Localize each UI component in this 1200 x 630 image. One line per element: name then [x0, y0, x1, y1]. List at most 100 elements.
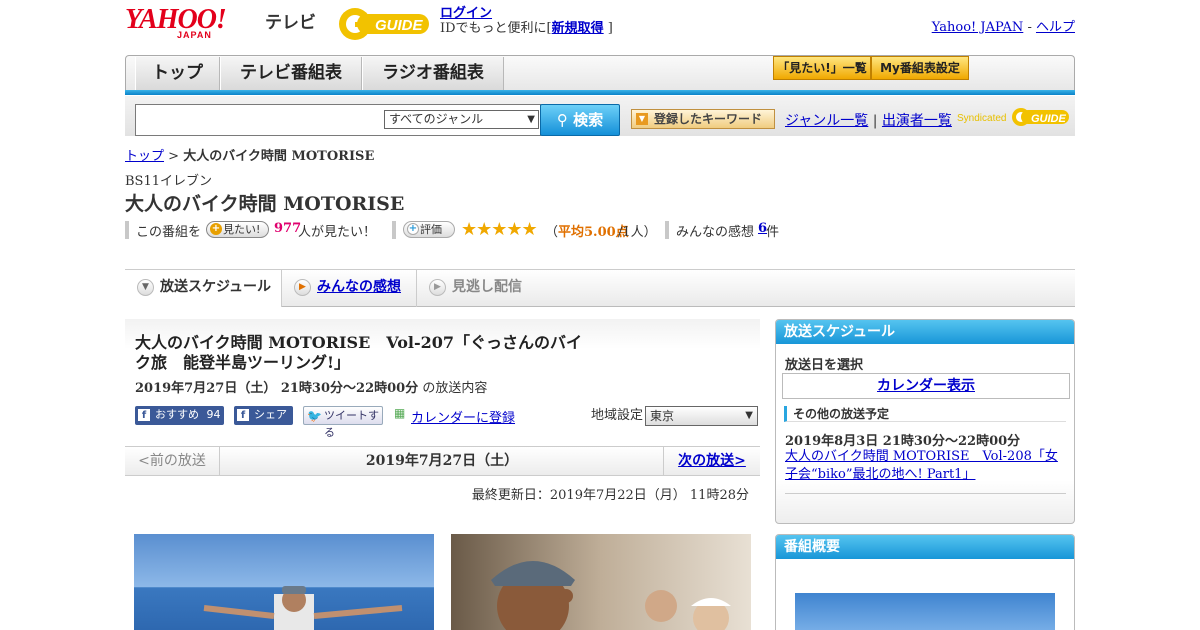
login-link[interactable]: ログイン [440, 6, 492, 21]
region-select[interactable]: 東京 ▼ [645, 406, 758, 426]
keyword-button[interactable]: ▼ 登録したキーワード [631, 109, 775, 129]
syndicated-gguide-logo: Syndicated GUIDE [957, 108, 1069, 126]
rating-people: /1人） [618, 225, 657, 240]
mitai-list-button[interactable]: 「見たい!」一覧 [773, 56, 871, 80]
station-name: BS11イレブン [125, 174, 213, 189]
syndicated-text: Syndicated [957, 113, 1006, 124]
tab-top[interactable]: トップ [135, 57, 220, 91]
calendar-register-link[interactable]: カレンダーに登録 [411, 407, 515, 426]
select-day-label: 放送日を選択 [785, 358, 864, 373]
performers-link[interactable]: 出演者一覧 [882, 113, 952, 129]
fb-share-label: シェア [254, 408, 287, 421]
search-button[interactable]: ⚲ 検索 [540, 104, 620, 136]
facebook-recommend-button[interactable]: f おすすめ 94 [135, 406, 224, 425]
header-sep: - [1023, 20, 1036, 35]
episode-title: 大人のバイク時間 MOTORISE Vol-207「ぐっさんのバイク旅 能登半島… [135, 333, 583, 372]
play-arrow-icon: ▶ [294, 279, 311, 296]
breadcrumb-current: 大人のバイク時間 MOTORISE [183, 149, 375, 164]
gguide-logo[interactable]: GUIDE [335, 6, 431, 42]
keyword-button-label: 登録したキーワード [654, 112, 763, 126]
my-bangumi-button[interactable]: My番組表設定 [871, 56, 969, 80]
yahoo-japan-link[interactable]: Yahoo! JAPAN [932, 20, 1024, 35]
plus-icon: + [407, 223, 419, 235]
plus-icon: + [210, 223, 222, 235]
divider [125, 221, 129, 239]
tab-missed[interactable]: ▶ 見逃し配信 [417, 270, 547, 307]
other-broadcast: 大人のバイク時間 MOTORISE Vol-208「女子会“biko”最北の地へ… [785, 448, 1060, 484]
prev-broadcast[interactable]: <前の放送 [125, 447, 220, 475]
tab-impressions-label[interactable]: みんなの感想 [317, 279, 401, 295]
summary-panel-header: 番組概要 [776, 535, 1074, 559]
yahoo-japan-logo[interactable]: YAHOO! JAPAN [125, 6, 265, 42]
tab-missed-label: 見逃し配信 [452, 279, 522, 295]
mitai-button[interactable]: + 見たい! [206, 221, 269, 238]
twitter-bird-icon: 🐦 [307, 409, 322, 423]
episode-photo-coast [134, 534, 434, 630]
last-updated: 最終更新日：2019年7月22日（月） 11時28分 [471, 488, 749, 503]
program-tabs: ▼ 放送スケジュール ▶ みんなの感想 ▶ 見逃し配信 [125, 269, 1075, 307]
register-link[interactable]: 新規取得 [552, 21, 604, 36]
region-label: 地域設定 [591, 408, 644, 423]
yahoo-logo-japan: JAPAN [177, 30, 212, 40]
genre-select[interactable]: すべてのジャンル ▼ [384, 110, 539, 129]
other-broadcast-date: 2019年8月3日 21時30分～22時00分 [785, 434, 1021, 449]
genre-list-link[interactable]: ジャンル一覧 [785, 113, 868, 129]
mitai-suffix: 人が見たい！ [298, 225, 377, 240]
tv-label: テレビ [265, 13, 316, 33]
login-block: ログイン IDでもっと便利に[新規取得 ] [440, 6, 613, 36]
tweet-label: ツイートする [324, 409, 379, 439]
chevron-down-icon: ▼ [137, 279, 154, 296]
divider [392, 221, 396, 239]
search-links: ジャンル一覧 | 出演者一覧 [785, 110, 952, 130]
genre-select-value: すべてのジャンル [389, 112, 484, 126]
header-links: Yahoo! JAPAN - ヘルプ [932, 16, 1075, 35]
schedule-panel-header: 放送スケジュール [776, 320, 1074, 344]
fb-recommend-count: 94 [206, 408, 221, 421]
impressions-suffix: 件 [766, 225, 780, 240]
facebook-icon: f [237, 409, 249, 421]
calendar-button[interactable]: カレンダー表示 [782, 373, 1070, 399]
divider [665, 221, 669, 239]
tweet-button[interactable]: 🐦 ツイートする [303, 406, 383, 439]
dropdown-arrow-icon: ▼ [527, 114, 535, 125]
mitai-button-label: 見たい! [223, 223, 261, 236]
tab-impressions[interactable]: ▶ みんなの感想 [282, 270, 417, 307]
schedule-panel: 放送スケジュール 放送日を選択 カレンダー表示 その他の放送予定 2019年8月… [775, 319, 1075, 524]
login-desc-end: ] [607, 21, 613, 36]
episode-datetime-value: 2019年7月27日（土） 21時30分～22時00分 [135, 381, 419, 396]
play-arrow-icon: ▶ [429, 279, 446, 296]
help-link[interactable]: ヘルプ [1036, 20, 1075, 35]
search-icon: ⚲ [556, 111, 568, 129]
search-button-label: 検索 [573, 111, 604, 129]
next-broadcast-link[interactable]: 次の放送> [678, 453, 746, 469]
calendar-plus-icon: ▦ [394, 406, 406, 420]
gguide-logo-text: GUIDE [375, 17, 424, 34]
next-broadcast[interactable]: 次の放送> [663, 447, 760, 475]
tab-schedule[interactable]: ▼ 放送スケジュール [125, 270, 282, 307]
other-schedule-heading: その他の放送予定 [784, 406, 1066, 422]
breadcrumb-top-link[interactable]: トップ [125, 149, 164, 164]
link-divider: | [872, 113, 878, 129]
facebook-share-button[interactable]: f シェア [234, 406, 293, 425]
rating-button-label: 評価 [420, 223, 442, 236]
calendar-link[interactable]: カレンダー表示 [877, 378, 975, 394]
current-date: 2019年7月27日（土） [365, 453, 519, 469]
syndicated-gguide-text: GUIDE [1031, 113, 1067, 125]
episode-photo-cafe [451, 534, 751, 630]
divider [785, 493, 1066, 494]
tab-radio-listings[interactable]: ラジオ番組表 [362, 57, 504, 91]
tab-tv-listings[interactable]: テレビ番組表 [220, 57, 362, 91]
breadcrumb: トップ > 大人のバイク時間 MOTORISE [125, 145, 374, 164]
impressions-label: みんなの感想 [676, 225, 755, 240]
page-title: 大人のバイク時間 MOTORISE [125, 193, 405, 215]
triangle-down-icon: ▼ [636, 113, 648, 125]
rating-open: （ [545, 225, 559, 240]
this-program-label: この番組を [136, 225, 202, 240]
rating-button[interactable]: + 評価 [403, 221, 455, 238]
episode-datetime: 2019年7月27日（土） 21時30分～22時00分 の放送内容 [135, 377, 487, 396]
episode-nav: <前の放送 2019年7月27日（土） 次の放送> [125, 446, 760, 476]
fb-recommend-label: おすすめ [155, 408, 199, 421]
person-arms-open-image [203, 586, 403, 630]
other-broadcast-link[interactable]: 大人のバイク時間 MOTORISE Vol-208「女子会“biko”最北の地へ… [785, 449, 1058, 482]
people-in-cafe-image [491, 561, 731, 630]
